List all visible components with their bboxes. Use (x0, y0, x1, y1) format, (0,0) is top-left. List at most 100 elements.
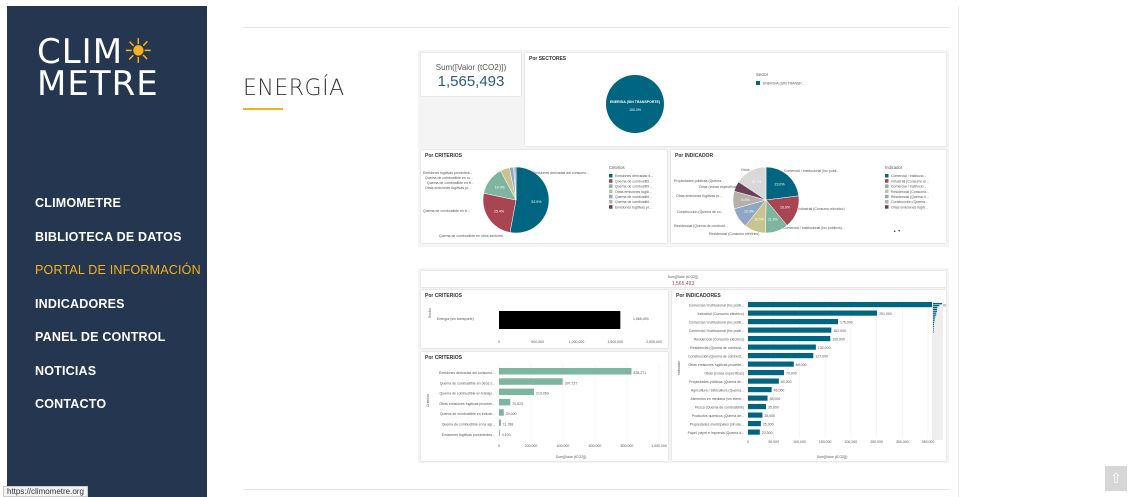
nav-item-portal[interactable]: PORTAL DE INFORMACIÓN (35, 263, 201, 297)
criterios-bar2-card[interactable]: Por CRITERIOS Criterios 0 200,000 400,000 6… (421, 352, 668, 461)
legend-item[interactable]: Otras emisiones fugiti... (615, 190, 652, 194)
indicadores-bar-card[interactable]: Por INDICADORES Indicador 0 50,000 100,000… (672, 290, 946, 461)
indicador-pie-label: Otras emisiones fugitivas pr... (676, 194, 722, 198)
nav-item-indicadores[interactable]: INDICADORES (35, 297, 201, 331)
x-tick-label: 350,000 (922, 440, 935, 444)
legend-item[interactable]: Otras emisiones fugiti... (891, 205, 928, 209)
legend-item[interactable]: Emisiones fugitivas pr... (615, 205, 652, 209)
indicadores-bar-chart: Indicador 0 50,000 100,000 150,000 200,000 25… (677, 299, 946, 459)
bar1-y-label: Sector (428, 307, 432, 318)
bar[interactable] (499, 378, 563, 385)
pie-slice-label: 23.0% (775, 183, 785, 187)
legend-swatch (609, 194, 613, 199)
bar-value-label: 70,623 (512, 402, 523, 406)
bar[interactable] (499, 388, 535, 396)
y-tick-label: Papel, papel e imprenta (Quema d... (688, 431, 744, 435)
nav-item-biblioteca[interactable]: BIBLIOTECA DE DATOS (35, 230, 201, 264)
bar[interactable] (748, 344, 816, 350)
legend-item[interactable]: Emisiones derivadas d... (615, 174, 653, 178)
bar[interactable] (748, 302, 933, 308)
bar[interactable] (748, 412, 763, 418)
bar[interactable] (499, 409, 504, 416)
legend-item[interactable]: Industrial (Consumo el... (891, 179, 929, 183)
minichart-bar (933, 320, 935, 322)
scroll-to-top-button[interactable]: ⇧ (1105, 466, 1127, 491)
legend-item[interactable]: Quema de combustibl... (615, 179, 652, 183)
pie-slice-label: 11.2% (768, 217, 778, 221)
y-tick-label: Construcción (Quema de combust... (688, 355, 744, 359)
indicador-pie-card[interactable]: Por INDICADOR 23.0% 16.0% 11.2% 10.5% 10.0% 8… (671, 150, 946, 243)
y-tick-label: Quema de combustible en industr... (440, 412, 495, 416)
bar-value-label: 11,788 (503, 423, 513, 427)
sectores-legend-item[interactable]: ENERGIA (SIN TRANSP... (763, 82, 804, 86)
bar-value-label: 25,000 (763, 423, 774, 427)
nav-item-noticias[interactable]: NOTICIAS (35, 364, 201, 398)
bar[interactable] (748, 361, 794, 367)
legend-item[interactable]: Quema de combustibl... (615, 200, 652, 204)
page: CLIM☀ METRE CLIMOMETRE BIBLIOTECA DE DAT… (0, 0, 1129, 497)
bar[interactable] (499, 311, 621, 329)
legend-item[interactable]: Residencial (Consumo... (891, 190, 929, 194)
bar[interactable] (499, 368, 632, 375)
sectores-pie-slice[interactable] (606, 75, 664, 133)
legend-item[interactable]: Comercial / Institucio... (891, 185, 926, 189)
minichart-bar (933, 327, 934, 329)
minichart-bar (933, 310, 938, 312)
bar[interactable] (748, 378, 779, 384)
legend-item[interactable]: Quema de combustibl... (615, 195, 652, 199)
sectores-slice-label: ENERGIA (SIN TRANSPORTE) (610, 100, 660, 104)
status-bar-url: https://climometre.org (3, 486, 88, 497)
bar[interactable] (748, 429, 760, 435)
bar[interactable] (499, 429, 500, 437)
total-card[interactable]: Sum([Valor (tCO2)]) 1,565,493 (421, 271, 946, 287)
bar3-x-label: Sum([Valor (tCO2)]) (817, 455, 848, 459)
legend-item[interactable]: Construcción (Quema... (891, 200, 928, 204)
minichart-bar (933, 316, 936, 318)
legend-item[interactable]: Comercial / Institucio... (891, 174, 926, 178)
sectores-card[interactable]: Por SECTORES ENERGIA (SIN TRANSPORTE) 10… (525, 53, 946, 146)
criterios-pie-label: Quema de combustible en tr... (423, 209, 470, 213)
y-tick-label: Residencial (Consumo eléctrico) (694, 338, 744, 342)
bar[interactable] (748, 319, 838, 325)
criterios-bar2-chart: Criterios 0 200,000 400,000 600,000 800,000 1… (426, 365, 667, 459)
sectores-slice-pct: 100.0% (629, 108, 641, 112)
bar[interactable] (499, 398, 511, 406)
bar-value-label: 162,000 (833, 329, 846, 333)
indicador-pie-label: Otras (zonas específicas) (699, 185, 739, 189)
nav-item-panel[interactable]: PANEL DE CONTROL (35, 330, 201, 364)
bar[interactable] (748, 370, 784, 376)
bar-value-label: 89,000 (796, 363, 807, 367)
climometre-logo[interactable]: CLIM☀ METRE (37, 35, 159, 101)
kpi-card[interactable]: Sum([Valor (tCO2)]) 1,565,493 (421, 53, 521, 96)
minichart-bar (933, 331, 934, 333)
legend-swatch (885, 174, 889, 178)
y-tick-label: Quema de combustible en otros s... (440, 381, 495, 385)
legend-swatch (885, 179, 889, 183)
bar-value-label: 46,000 (774, 389, 785, 393)
minichart-bar (933, 303, 942, 305)
bar[interactable] (748, 327, 832, 333)
indicador-pie-label: Residencial (Consumo eléctrico) (709, 232, 759, 236)
bar[interactable] (748, 336, 831, 342)
bar[interactable] (499, 419, 501, 427)
sectores-legend-title: Sector (756, 72, 769, 77)
nav-item-contacto[interactable]: CONTACTO (35, 397, 201, 431)
legend-item[interactable]: Quema de combustibl... (615, 185, 652, 189)
bar[interactable] (748, 353, 814, 359)
y-tick-label: Alimentos en mediana (sin electr... (691, 397, 745, 401)
bar[interactable] (748, 395, 768, 401)
y-tick-label: Propiedades públicas (Quema de... (689, 380, 744, 384)
x-tick-label: 1,000,000 (651, 444, 667, 448)
legend-pager[interactable]: ▲ ▼ (893, 229, 901, 233)
legend-item[interactable]: Residencial (Quema d... (891, 195, 929, 199)
bar[interactable] (748, 404, 766, 410)
bar[interactable] (748, 387, 772, 393)
indicador-pie-title: Por INDICADOR (675, 153, 714, 159)
y-tick-label: Otras (zonas específicas) (704, 372, 744, 376)
sectores-title: Por SECTORES (529, 56, 567, 62)
bar[interactable] (748, 310, 878, 316)
nav-item-climometre[interactable]: CLIMOMETRE (35, 196, 201, 230)
bar[interactable] (748, 421, 761, 427)
criterios-pie-card[interactable]: Por CRITERIOS 52.9% 25.4% 14.0% Emisiones … (421, 150, 667, 243)
criterios-bar1-card[interactable]: Por CRITERIOS Sector Energía (sin transp… (421, 290, 668, 348)
